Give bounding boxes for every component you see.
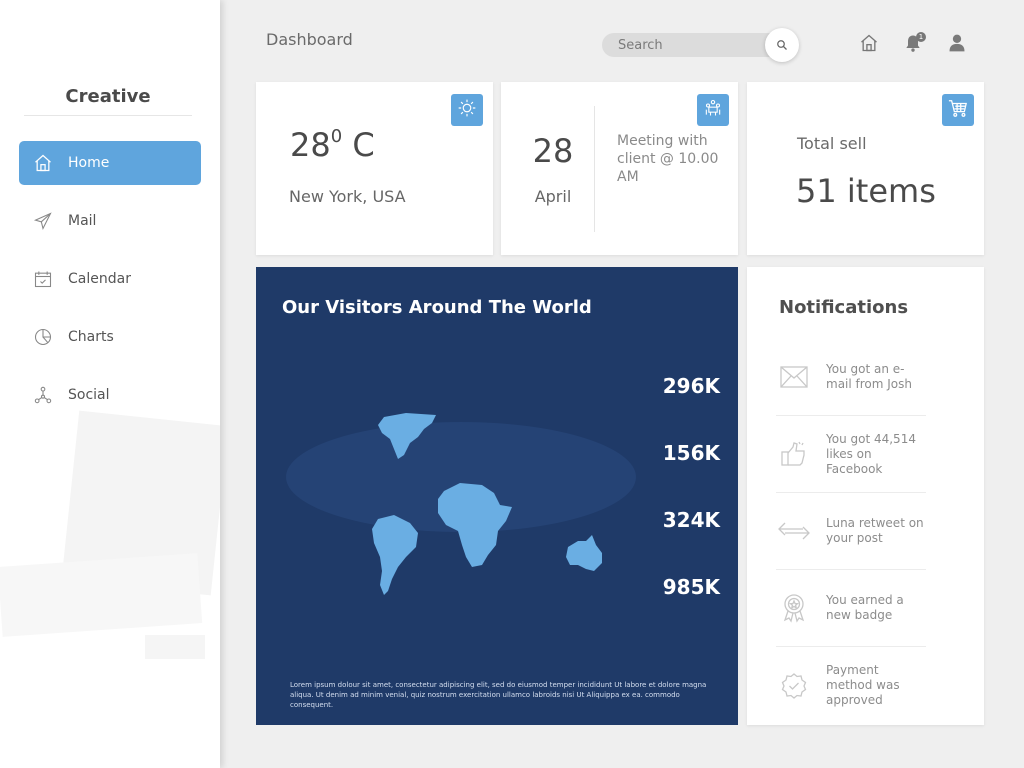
meeting-icon-box [697,94,729,126]
background-decoration [0,553,203,637]
notification-item[interactable]: Payment method was approved [776,647,926,724]
notification-badge: 1 [916,32,926,42]
notification-item[interactable]: Luna retweet on your post [776,493,926,570]
notification-item[interactable]: You got 44,514 likes on Facebook [776,416,926,493]
cart-icon [947,98,969,122]
sun-icon [457,98,477,122]
notification-text: Luna retweet on your post [826,516,924,545]
pie-chart-icon [32,326,54,348]
sidebar-item-home[interactable]: Home [19,141,201,185]
weather-icon-box [451,94,483,126]
world-map [286,413,636,595]
background-decoration [145,635,205,659]
retweet-icon [776,516,812,546]
notification-text: You got an e-mail from Josh [826,362,913,391]
event-month: April [534,187,572,206]
sidebar-item-mail[interactable]: Mail [19,199,201,243]
weather-card: 280 C New York, USA [256,82,493,255]
weather-location: New York, USA [289,187,406,206]
page-title: Dashboard [266,30,353,49]
visitors-map-card: Our Visitors Around The World 296K 156K … [256,267,738,725]
network-icon [32,384,54,406]
notifications-list: You got an e-mail from Josh You got 44,5… [776,339,926,724]
sidebar-item-label: Calendar [68,271,131,287]
sidebar-item-charts[interactable]: Charts [19,315,201,359]
brand-title: Creative [24,86,192,116]
user-icon [947,33,967,57]
continent-australia [566,535,602,571]
approved-icon [776,671,812,701]
envelope-icon [776,362,812,392]
total-sell-value: 51 items [796,172,936,210]
sidebar-item-label: Charts [68,329,114,345]
home-icon [32,152,54,174]
thumbs-up-icon [776,439,812,469]
search-button[interactable] [765,28,799,62]
event-day: 28 [532,132,574,170]
home-button[interactable] [858,34,880,56]
map-description: Lorem ipsum dolour sit amet, consectetur… [290,681,707,709]
temperature-value: 280 C [290,126,375,164]
sidebar-item-label: Mail [68,213,97,229]
paper-plane-icon [32,210,54,232]
badge-icon [776,593,812,623]
visitor-stat: 296K [662,374,720,398]
sidebar-item-social[interactable]: Social [19,373,201,417]
search-input[interactable] [618,36,758,54]
notifications-card: Notifications You got an e-mail from Jos… [747,267,984,725]
sidebar-item-label: Home [68,155,110,171]
calendar-icon [32,268,54,290]
sidebar: Creative Home Mail Calendar Charts Socia… [0,0,220,768]
notification-text: You got 44,514 likes on Facebook [826,431,916,476]
sidebar-nav: Home Mail Calendar Charts Social [19,141,201,431]
notifications-title: Notifications [779,297,909,318]
visitor-stat: 324K [662,508,720,532]
visitor-stat: 985K [662,575,720,599]
sales-card: Total sell 51 items [747,82,984,255]
event-card: 28 April Meeting with client @ 10.00 AM [501,82,738,255]
notification-item[interactable]: You earned a new badge [776,570,926,647]
profile-button[interactable] [946,34,968,56]
event-description: Meeting with client @ 10.00 AM [617,133,719,185]
continent-south-america [372,515,418,595]
notification-text: You earned a new badge [826,593,904,622]
cart-icon-box [942,94,974,126]
home-icon [859,33,879,57]
sidebar-item-label: Social [68,387,110,403]
divider [594,106,595,232]
total-sell-label: Total sell [797,134,867,153]
visitor-stat: 156K [662,441,720,465]
map-title: Our Visitors Around The World [282,297,592,318]
meeting-icon [703,98,723,122]
notification-text: Payment method was approved [826,663,900,707]
notification-item[interactable]: You got an e-mail from Josh [776,339,926,416]
notifications-button[interactable]: 1 [902,32,926,56]
search-icon [776,36,788,55]
sidebar-item-calendar[interactable]: Calendar [19,257,201,301]
